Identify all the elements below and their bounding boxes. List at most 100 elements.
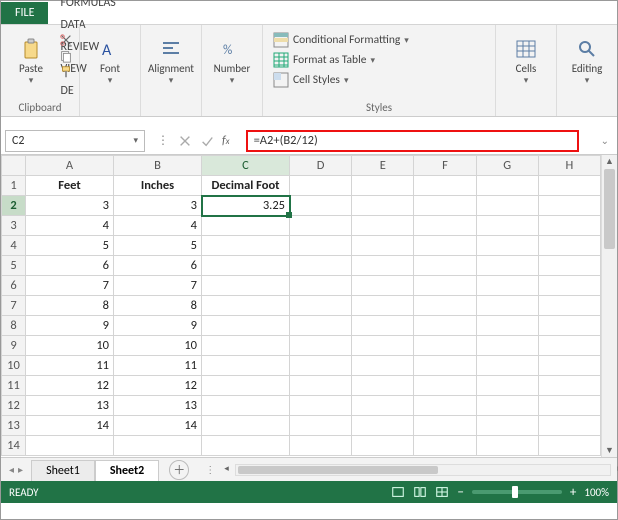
column-header-D[interactable]: D bbox=[290, 156, 352, 176]
cell-C10[interactable] bbox=[202, 356, 290, 376]
cell-B3[interactable]: 4 bbox=[114, 216, 202, 236]
zoom-slider-knob[interactable] bbox=[512, 486, 518, 498]
cell-A12[interactable]: 13 bbox=[26, 396, 114, 416]
tab-nav-prev[interactable]: ◂ bbox=[9, 463, 14, 476]
alignment-button[interactable]: Alignment ▾ bbox=[147, 29, 195, 93]
cell-F8[interactable] bbox=[414, 316, 476, 336]
cell-D7[interactable] bbox=[290, 296, 352, 316]
font-button[interactable]: A Font ▾ bbox=[86, 29, 134, 93]
select-all-corner[interactable] bbox=[2, 156, 26, 176]
cut-icon[interactable] bbox=[59, 33, 73, 47]
horizontal-scrollbar[interactable]: ◂ ▸ bbox=[235, 464, 611, 476]
row-header-12[interactable]: 12 bbox=[2, 396, 26, 416]
format-painter-icon[interactable] bbox=[59, 65, 73, 79]
row-header-3[interactable]: 3 bbox=[2, 216, 26, 236]
cell-B5[interactable]: 6 bbox=[114, 256, 202, 276]
cell-B14[interactable] bbox=[114, 436, 202, 456]
cell-E6[interactable] bbox=[352, 276, 414, 296]
vertical-scrollbar[interactable]: ▲ ▼ bbox=[601, 155, 617, 457]
cell-C5[interactable] bbox=[202, 256, 290, 276]
editing-button[interactable]: Editing ▾ bbox=[563, 29, 611, 93]
cell-F13[interactable] bbox=[414, 416, 476, 436]
cell-F7[interactable] bbox=[414, 296, 476, 316]
page-layout-view-icon[interactable] bbox=[413, 485, 427, 499]
cell-H8[interactable] bbox=[538, 316, 600, 336]
cell-E1[interactable] bbox=[352, 176, 414, 196]
cell-B1[interactable]: Inches bbox=[114, 176, 202, 196]
cell-G14[interactable] bbox=[476, 436, 538, 456]
cell-D10[interactable] bbox=[290, 356, 352, 376]
fx-icon[interactable]: fx bbox=[222, 134, 230, 148]
cell-H11[interactable] bbox=[538, 376, 600, 396]
name-box[interactable]: C2 ▾ bbox=[5, 130, 145, 152]
cell-E9[interactable] bbox=[352, 336, 414, 356]
cell-H12[interactable] bbox=[538, 396, 600, 416]
add-sheet-button[interactable]: ＋ bbox=[169, 460, 189, 480]
cell-E8[interactable] bbox=[352, 316, 414, 336]
normal-view-icon[interactable] bbox=[391, 485, 405, 499]
cell-A3[interactable]: 4 bbox=[26, 216, 114, 236]
cell-G10[interactable] bbox=[476, 356, 538, 376]
copy-icon[interactable] bbox=[59, 49, 73, 63]
cell-F14[interactable] bbox=[414, 436, 476, 456]
cell-F9[interactable] bbox=[414, 336, 476, 356]
format-as-table-button[interactable]: Format as Table▾ bbox=[271, 51, 411, 69]
cell-A2[interactable]: 3 bbox=[26, 196, 114, 216]
ribbon-tab-formulas[interactable]: FORMULAS bbox=[48, 0, 138, 14]
cell-F4[interactable] bbox=[414, 236, 476, 256]
cell-H14[interactable] bbox=[538, 436, 600, 456]
cell-B10[interactable]: 11 bbox=[114, 356, 202, 376]
formula-more-icon[interactable]: ⋮ bbox=[157, 133, 170, 148]
cell-G3[interactable] bbox=[476, 216, 538, 236]
hscroll-thumb[interactable] bbox=[238, 466, 438, 474]
row-header-9[interactable]: 9 bbox=[2, 336, 26, 356]
cell-G5[interactable] bbox=[476, 256, 538, 276]
cell-C13[interactable] bbox=[202, 416, 290, 436]
cell-G11[interactable] bbox=[476, 376, 538, 396]
cell-G6[interactable] bbox=[476, 276, 538, 296]
cell-G2[interactable] bbox=[476, 196, 538, 216]
cell-C6[interactable] bbox=[202, 276, 290, 296]
cell-B11[interactable]: 12 bbox=[114, 376, 202, 396]
cell-B9[interactable]: 10 bbox=[114, 336, 202, 356]
cell-H9[interactable] bbox=[538, 336, 600, 356]
paste-button[interactable]: Paste ▾ bbox=[7, 29, 55, 93]
row-header-6[interactable]: 6 bbox=[2, 276, 26, 296]
cell-G8[interactable] bbox=[476, 316, 538, 336]
confirm-edit-icon[interactable] bbox=[200, 134, 214, 148]
scroll-down-arrow[interactable]: ▼ bbox=[602, 445, 617, 456]
vscroll-thumb[interactable] bbox=[604, 169, 615, 249]
cell-B7[interactable]: 8 bbox=[114, 296, 202, 316]
row-header-1[interactable]: 1 bbox=[2, 176, 26, 196]
cell-H3[interactable] bbox=[538, 216, 600, 236]
cell-F1[interactable] bbox=[414, 176, 476, 196]
cell-D3[interactable] bbox=[290, 216, 352, 236]
cell-A8[interactable]: 9 bbox=[26, 316, 114, 336]
cell-E2[interactable] bbox=[352, 196, 414, 216]
row-header-10[interactable]: 10 bbox=[2, 356, 26, 376]
row-header-13[interactable]: 13 bbox=[2, 416, 26, 436]
cell-D11[interactable] bbox=[290, 376, 352, 396]
row-header-14[interactable]: 14 bbox=[2, 436, 26, 456]
cell-H5[interactable] bbox=[538, 256, 600, 276]
tab-split-icon[interactable]: ⋮ bbox=[205, 463, 215, 476]
cell-E12[interactable] bbox=[352, 396, 414, 416]
cell-D14[interactable] bbox=[290, 436, 352, 456]
cell-H2[interactable] bbox=[538, 196, 600, 216]
cell-E14[interactable] bbox=[352, 436, 414, 456]
sheet-tab-sheet1[interactable]: Sheet1 bbox=[31, 460, 95, 481]
cells-button[interactable]: Cells ▾ bbox=[502, 29, 550, 93]
cell-E10[interactable] bbox=[352, 356, 414, 376]
cells-table[interactable]: ABCDEFGH1FeetInchesDecimal Foot2333.2534… bbox=[1, 155, 601, 456]
zoom-slider[interactable] bbox=[472, 490, 562, 494]
cell-E5[interactable] bbox=[352, 256, 414, 276]
formula-input[interactable]: =A2+(B2/12) bbox=[246, 130, 579, 152]
cell-A6[interactable]: 7 bbox=[26, 276, 114, 296]
column-header-A[interactable]: A bbox=[26, 156, 114, 176]
cell-B13[interactable]: 14 bbox=[114, 416, 202, 436]
column-header-F[interactable]: F bbox=[414, 156, 476, 176]
cell-F3[interactable] bbox=[414, 216, 476, 236]
cell-C11[interactable] bbox=[202, 376, 290, 396]
cell-C12[interactable] bbox=[202, 396, 290, 416]
row-header-2[interactable]: 2 bbox=[2, 196, 26, 216]
